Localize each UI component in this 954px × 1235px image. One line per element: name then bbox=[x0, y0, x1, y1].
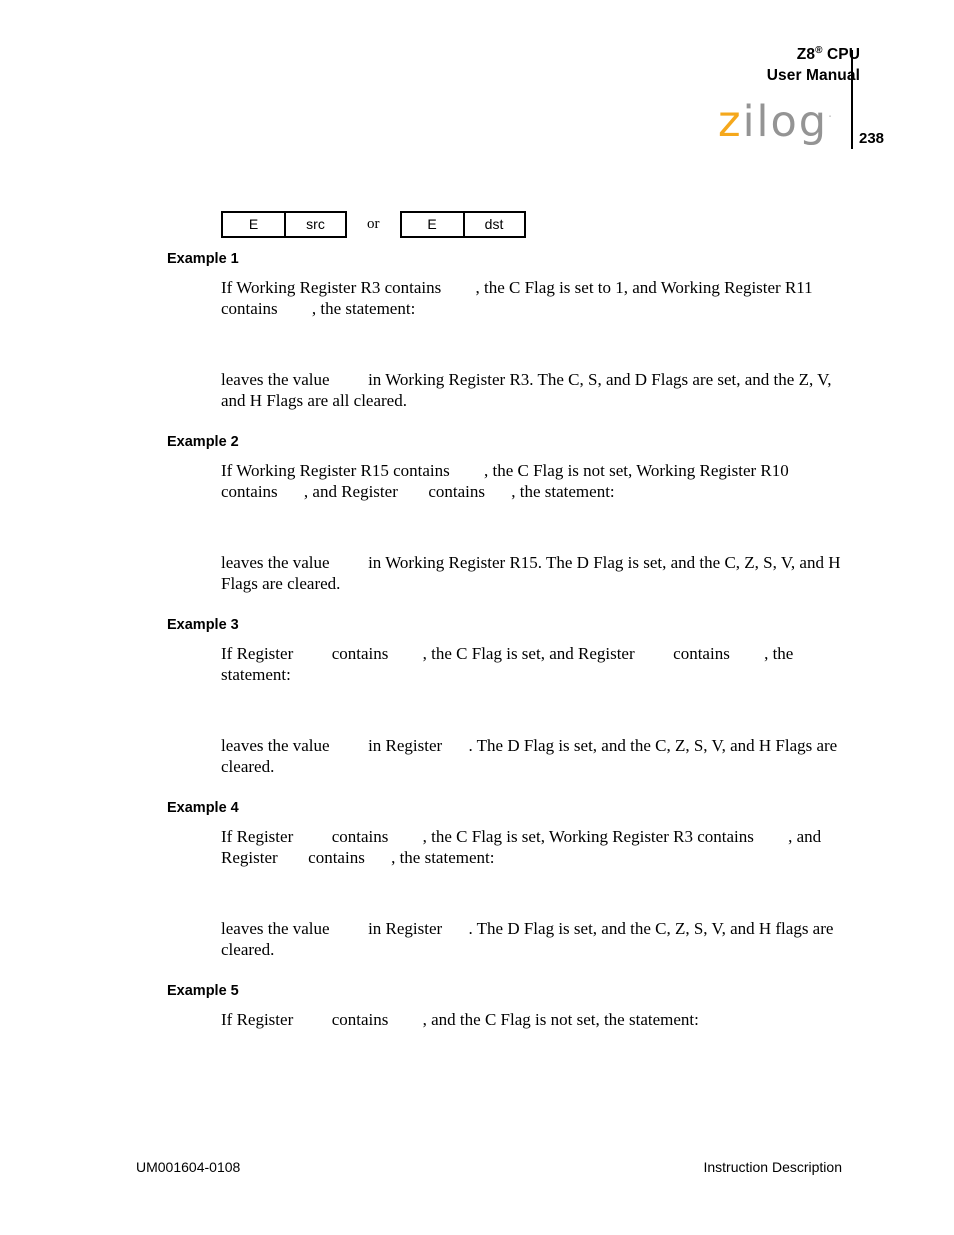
header-product-suffix: CPU bbox=[822, 46, 860, 63]
text-run: , the statement: bbox=[311, 299, 416, 318]
example-result-3: leaves the value in Register . The D Fla… bbox=[221, 735, 841, 777]
document-header: Z8® CPU User Manual bbox=[560, 44, 860, 86]
example-block-4: Example 4 If Register contains , the C F… bbox=[0, 799, 954, 960]
example-block-2: Example 2 If Working Register R15 contai… bbox=[0, 433, 954, 594]
example-block-5: Example 5 If Register contains , and the… bbox=[0, 982, 954, 1080]
example-condition-2: If Working Register R15 contains , the C… bbox=[221, 460, 841, 502]
header-divider bbox=[851, 50, 853, 149]
text-run: leaves the value bbox=[221, 919, 334, 938]
header-title-line-1: Z8® CPU bbox=[560, 44, 860, 65]
text-run: contains bbox=[327, 644, 393, 663]
text-run: leaves the value bbox=[221, 736, 334, 755]
example-statement-5 bbox=[221, 1030, 954, 1080]
opcode-box-src: E src bbox=[221, 211, 347, 238]
zilog-logo-dot-icon: · bbox=[828, 109, 832, 124]
document-footer: UM001604-0108 Instruction Description bbox=[136, 1159, 842, 1175]
footer-section-name: Instruction Description bbox=[703, 1159, 842, 1175]
example-condition-5: If Register contains , and the C Flag is… bbox=[221, 1009, 841, 1030]
opcode-box-dst: E dst bbox=[399, 211, 526, 238]
example-result-1: leaves the value in Working Register R3.… bbox=[221, 369, 841, 411]
text-run: contains bbox=[303, 848, 370, 867]
example-block-1: Example 1 If Working Register R3 contain… bbox=[0, 250, 954, 411]
text-run: , the C Flag is set, and Register bbox=[422, 644, 639, 663]
text-run: leaves the value bbox=[221, 553, 334, 572]
opcode-separator-or: or bbox=[367, 216, 380, 232]
opcode-cell-dst: dst bbox=[464, 213, 524, 236]
example-condition-4: If Register contains , the C Flag is set… bbox=[221, 826, 841, 868]
document-page: Z8® CPU User Manual zilog· 238 E src or … bbox=[0, 0, 954, 1235]
page-number: 238 bbox=[859, 130, 885, 147]
text-run: , and Register bbox=[303, 482, 403, 501]
registered-trademark-icon: ® bbox=[815, 44, 823, 56]
example-result-4: leaves the value in Register . The D Fla… bbox=[221, 918, 841, 960]
text-run: If Register bbox=[221, 827, 298, 846]
text-run: in Register bbox=[363, 736, 447, 755]
example-heading-5: Example 5 bbox=[167, 983, 239, 999]
zilog-logo: zilog· bbox=[718, 99, 832, 145]
example-heading-3: Example 3 bbox=[167, 617, 239, 633]
text-run: , the statement: bbox=[511, 482, 615, 501]
example-statement-2 bbox=[221, 502, 954, 552]
example-statement-3 bbox=[221, 685, 954, 735]
text-run: in Register bbox=[363, 919, 447, 938]
opcode-cell-src: src bbox=[286, 213, 345, 236]
example-block-3: Example 3 If Register contains , the C F… bbox=[0, 616, 954, 777]
example-statement-1 bbox=[221, 319, 954, 369]
text-run: If Register bbox=[221, 644, 298, 663]
header-title-line-2: User Manual bbox=[766, 67, 860, 84]
text-run: contains bbox=[327, 1010, 393, 1029]
text-run: , the C Flag is set, Working Register R3… bbox=[422, 827, 759, 846]
example-result-2: leaves the value in Working Register R15… bbox=[221, 552, 841, 594]
example-statement-4 bbox=[221, 868, 954, 918]
text-run: leaves the value bbox=[221, 370, 334, 389]
zilog-logo-text: ilog bbox=[742, 97, 829, 147]
opcode-cell-e-dst: E bbox=[401, 213, 465, 236]
text-run: , and the C Flag is not set, the stateme… bbox=[422, 1010, 699, 1029]
text-run: contains bbox=[668, 644, 735, 663]
text-run: If Working Register R3 contains bbox=[221, 278, 446, 297]
footer-document-id: UM001604-0108 bbox=[136, 1159, 241, 1175]
header-product-name: Z8 bbox=[796, 46, 816, 63]
text-run: If Register bbox=[221, 1010, 298, 1029]
example-heading-2: Example 2 bbox=[167, 434, 239, 450]
text-run: contains bbox=[424, 482, 490, 501]
example-condition-3: If Register contains , the C Flag is set… bbox=[221, 643, 841, 685]
text-run: contains bbox=[327, 827, 393, 846]
example-heading-4: Example 4 bbox=[167, 800, 239, 816]
document-body: Example 1 If Working Register R3 contain… bbox=[0, 250, 954, 1080]
example-condition-1: If Working Register R3 contains , the C … bbox=[221, 277, 841, 319]
opcode-cell-e-src: E bbox=[223, 213, 286, 236]
text-run: , the statement: bbox=[391, 848, 495, 867]
opcode-format-diagram: E src or E dst bbox=[221, 211, 526, 238]
example-heading-1: Example 1 bbox=[167, 251, 239, 267]
text-run: If Working Register R15 contains bbox=[221, 461, 454, 480]
zilog-logo-z: z bbox=[718, 97, 743, 147]
